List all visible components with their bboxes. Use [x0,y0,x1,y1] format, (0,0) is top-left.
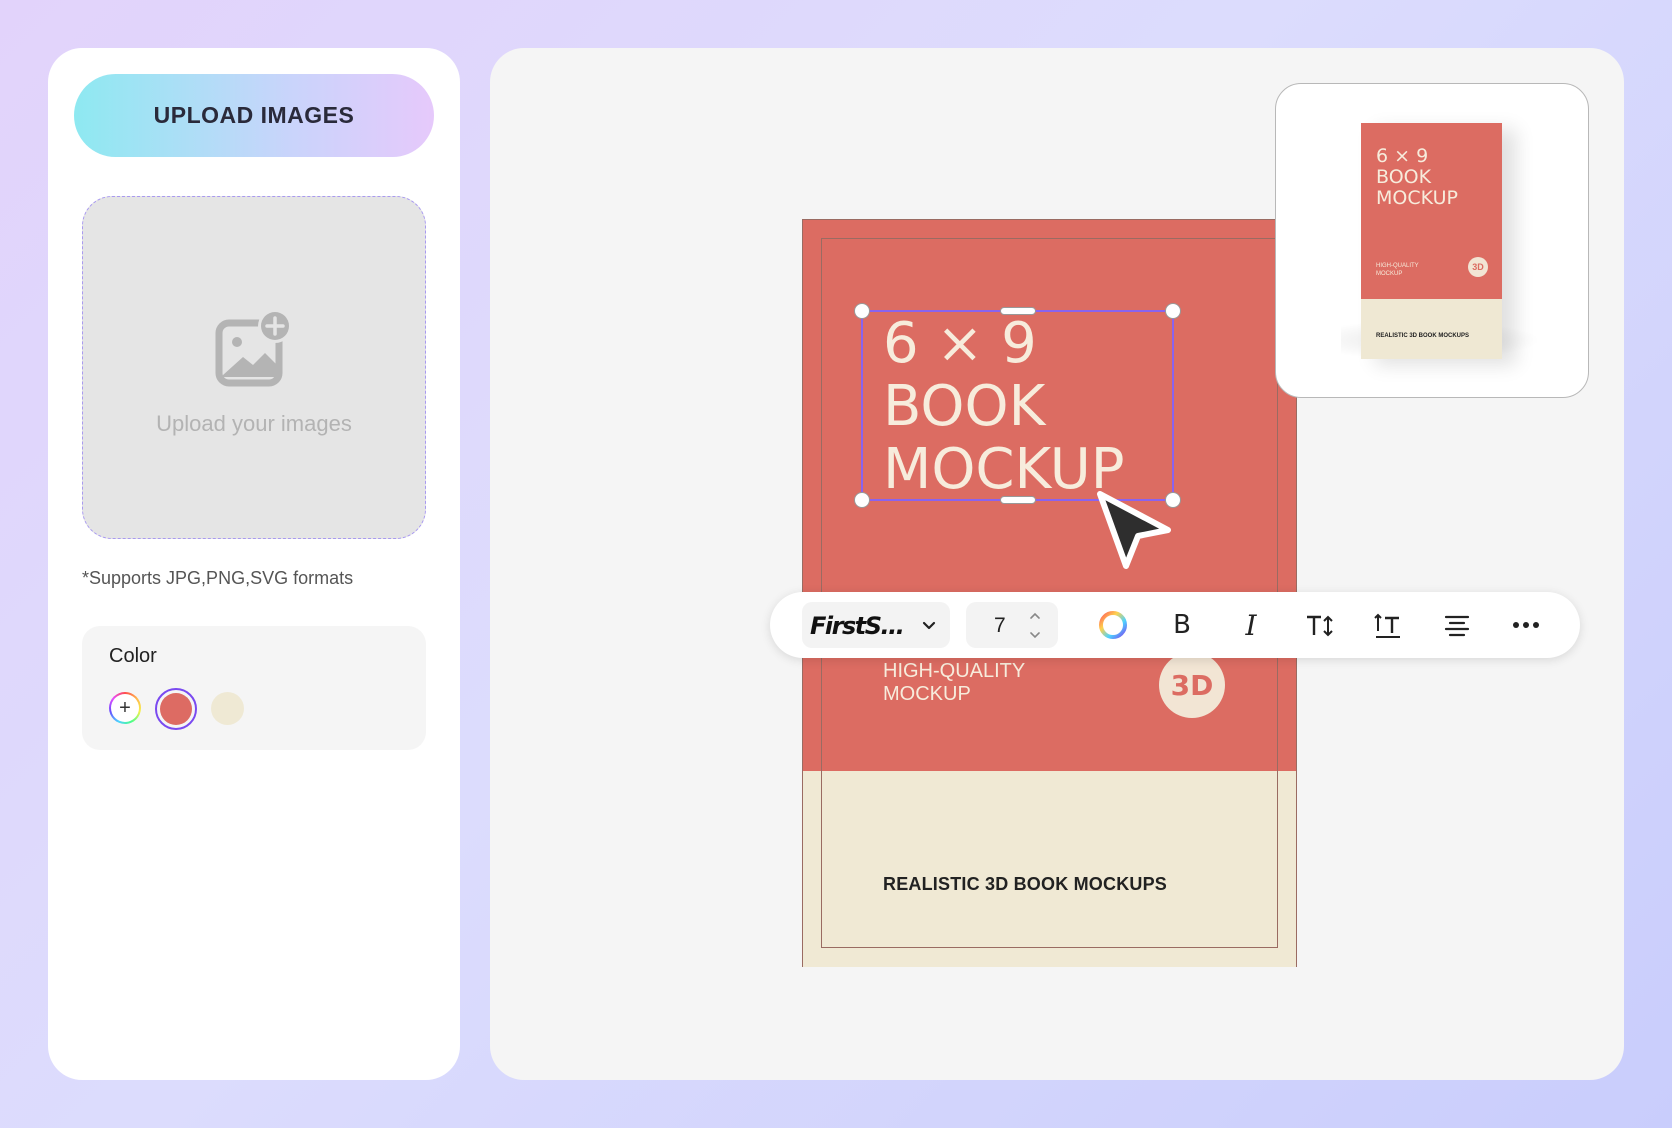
color-title: Color [109,645,157,667]
more-icon [1513,622,1539,628]
upload-images-button[interactable]: UPLOAD IMAGES [74,74,434,157]
stepper-down-icon[interactable] [1028,629,1042,641]
font-name: FirstS... [810,612,905,640]
preview-book-subtitle: HIGH-QUALITY MOCKUP [1376,263,1419,277]
align-center-icon [1444,615,1470,637]
book-title-text[interactable]: 6 × 9 BOOK MOCKUP [883,312,1183,501]
mockup-preview[interactable]: 6 × 9 BOOK MOCKUP HIGH-QUALITY MOCKUP 3D… [1275,83,1589,398]
color-panel: Color + [82,626,426,750]
book-subtitle-text[interactable]: HIGH-QUALITY MOCKUP [883,660,1083,706]
font-size-stepper[interactable]: 7 [966,602,1058,648]
font-family-select[interactable]: FirstS... [802,602,950,648]
line-height-button[interactable] [1370,607,1406,643]
add-image-icon [215,309,292,387]
supported-formats-note: *Supports JPG,PNG,SVG formats [82,568,354,588]
color-swatch-coral[interactable] [155,688,197,730]
color-wheel-icon [1099,611,1127,639]
stepper-up-icon[interactable] [1028,610,1042,622]
book-cover-band [803,771,1296,967]
line-height-icon [1374,613,1400,638]
italic-button[interactable]: I [1233,607,1269,643]
left-panel: UPLOAD IMAGES Upload your images *Suppor… [48,48,460,1080]
preview-book: 6 × 9 BOOK MOCKUP HIGH-QUALITY MOCKUP 3D… [1361,123,1502,359]
bold-button[interactable]: B [1164,607,1200,643]
dropzone-label: Upload your images [156,411,352,436]
add-color-swatch[interactable]: + [109,692,141,724]
image-dropzone[interactable]: Upload your images [82,196,426,539]
preview-book-title: 6 × 9 BOOK MOCKUP [1376,145,1458,209]
plus-icon: + [111,694,139,722]
chevron-down-icon [922,621,936,630]
text-size-button[interactable] [1302,607,1338,643]
text-color-button[interactable] [1095,607,1131,643]
book-3d-badge[interactable]: 3D [1159,652,1225,718]
text-size-icon [1307,615,1333,637]
more-options-button[interactable] [1508,607,1544,643]
mouse-cursor-icon [1097,491,1171,569]
preview-book-tagline: REALISTIC 3D BOOK MOCKUPS [1376,333,1470,339]
book-tagline[interactable]: REALISTIC 3D BOOK MOCKUPS [883,874,1167,895]
text-toolbar: FirstS... 7 B I [770,592,1580,658]
font-size-value[interactable]: 7 [994,614,1006,638]
align-center-button[interactable] [1439,607,1475,643]
color-swatch-cream[interactable] [211,692,244,725]
preview-3d-badge: 3D [1468,257,1488,277]
